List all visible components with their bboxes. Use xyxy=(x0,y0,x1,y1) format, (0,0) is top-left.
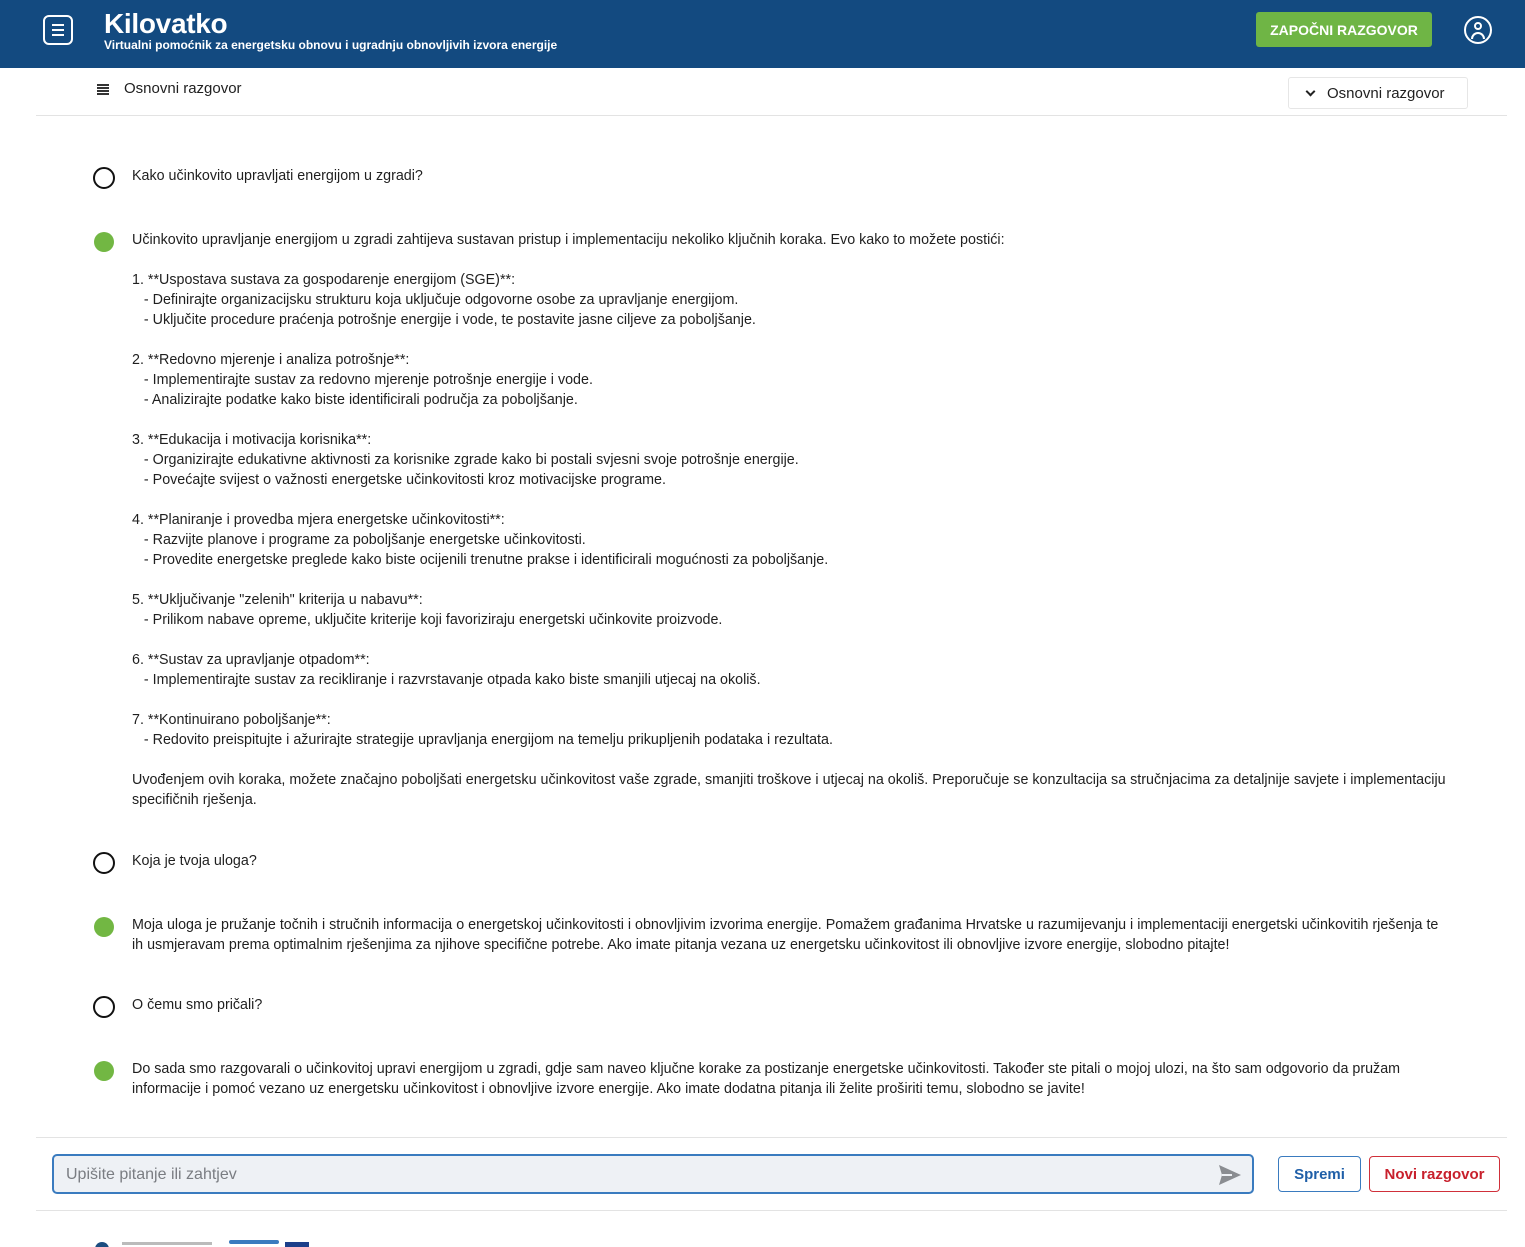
top-bar: Kilovatko Virtualni pomoćnik za energets… xyxy=(0,0,1525,68)
menu-icon[interactable] xyxy=(43,15,73,45)
user-message: Koja je tvoja uloga? xyxy=(132,853,257,869)
footer xyxy=(0,1236,1525,1247)
interreg-logo-icon xyxy=(229,1240,279,1244)
assistant-message: Moja uloga je pružanje točnih i stručnih… xyxy=(132,917,1443,953)
conversation-select[interactable]: Osnovni razgovor xyxy=(1288,77,1468,109)
question-input[interactable] xyxy=(66,1163,1196,1187)
conversation-select-value: Osnovni razgovor xyxy=(1327,85,1445,102)
start-conversation-button[interactable]: ZAPOČNI RAZGOVOR xyxy=(1256,12,1432,47)
conversation-title: Osnovni razgovor xyxy=(124,80,242,97)
divider xyxy=(36,1210,1507,1211)
app-subtitle: Virtualni pomoćnik za energetsku obnovu … xyxy=(104,38,558,52)
list-icon[interactable] xyxy=(97,84,109,95)
new-conversation-button[interactable]: Novi razgovor xyxy=(1369,1156,1500,1192)
app-title: Kilovatko xyxy=(104,8,228,39)
assistant-message-icon xyxy=(94,1061,114,1081)
chevron-down-icon xyxy=(1305,86,1316,97)
user-account-icon[interactable] xyxy=(1464,16,1492,44)
assistant-message-icon xyxy=(94,232,114,252)
chat-thread: Kako učinkovito upravljati energijom u z… xyxy=(0,116,1525,1136)
question-input-box[interactable] xyxy=(52,1154,1254,1194)
user-message: Kako učinkovito upravljati energijom u z… xyxy=(132,168,423,184)
user-message-icon xyxy=(93,852,115,874)
assistant-message-icon xyxy=(94,917,114,937)
eu-flag-icon xyxy=(285,1242,309,1247)
partner-text-fragment xyxy=(122,1242,212,1245)
assistant-message: Do sada smo razgovarali o učinkovitoj up… xyxy=(132,1061,1405,1097)
assistant-message: Učinkovito upravljanje energijom u zgrad… xyxy=(132,232,1446,808)
send-icon[interactable] xyxy=(1218,1164,1242,1186)
conversation-header: Osnovni razgovor Osnovni razgovor xyxy=(36,68,1507,116)
divider xyxy=(36,1137,1507,1138)
user-message-icon xyxy=(93,996,115,1018)
save-button[interactable]: Spremi xyxy=(1278,1156,1361,1192)
user-message-icon xyxy=(93,167,115,189)
user-message: O čemu smo pričali? xyxy=(132,997,263,1013)
partner-logo-icon xyxy=(95,1242,109,1247)
